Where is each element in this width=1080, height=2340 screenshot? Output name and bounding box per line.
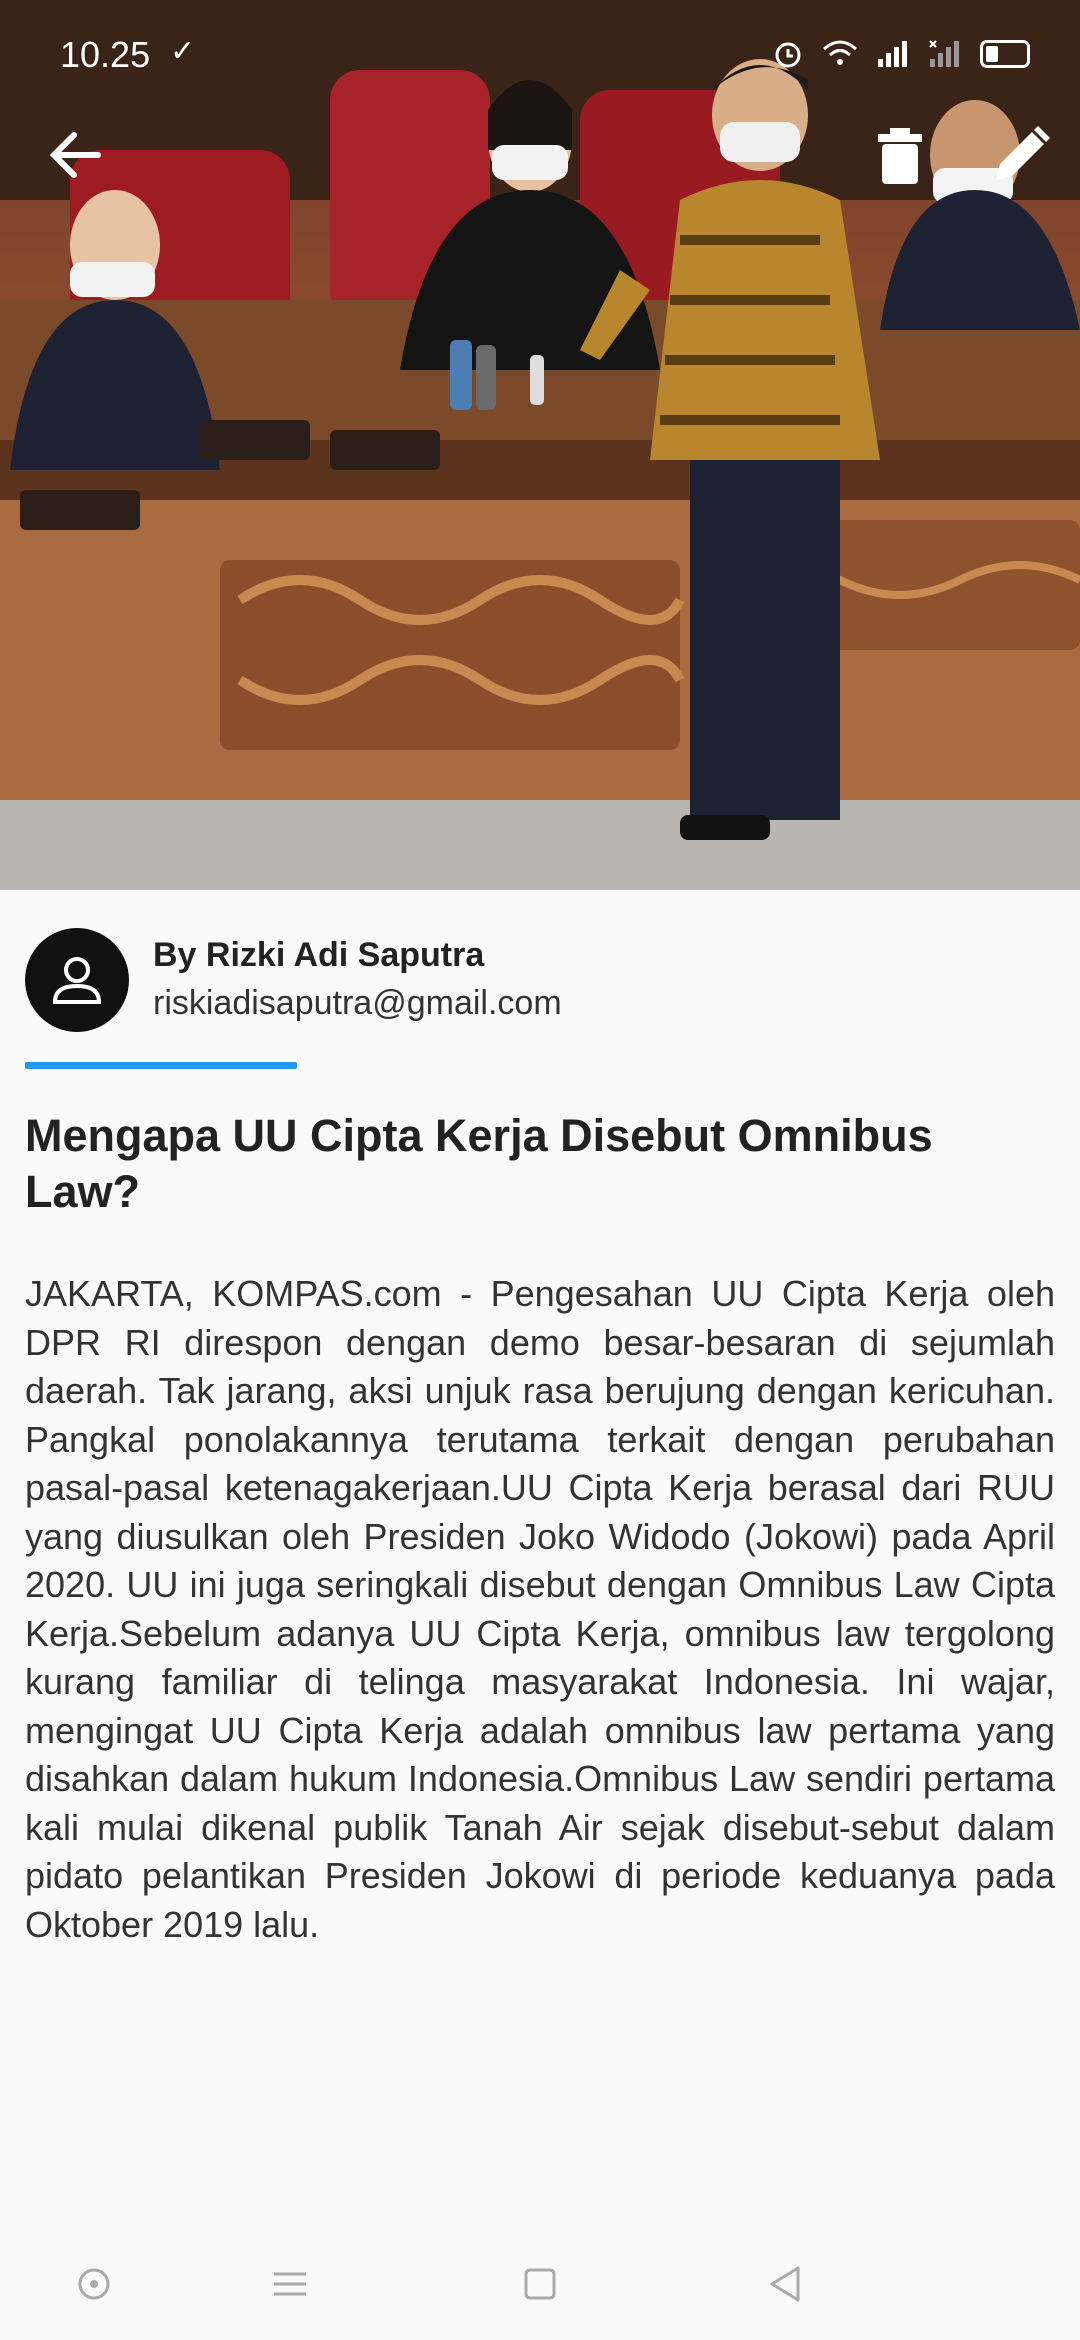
trash-icon xyxy=(878,128,922,184)
signal-icon xyxy=(878,41,907,67)
delete-button[interactable] xyxy=(872,120,928,190)
triangle-back-icon xyxy=(770,2266,800,2302)
signal-muted-icon xyxy=(929,40,959,67)
author-info: By Rizki Adi Saputra riskiadisaputra@gma… xyxy=(25,928,1055,1038)
alarm-icon xyxy=(775,42,801,68)
menu-icon xyxy=(274,2272,306,2296)
article-body: JAKARTA, KOMPAS.com - Pengesahan UU Cipt… xyxy=(25,1273,1055,1945)
back-button[interactable] xyxy=(40,120,110,190)
nav-back-button[interactable] xyxy=(758,2256,814,2312)
author-email: riskiadisaputra@gmail.com xyxy=(153,984,562,1022)
nav-assistant-button[interactable] xyxy=(66,2256,122,2312)
square-icon xyxy=(524,2268,556,2300)
status-time: 10.25 xyxy=(60,34,151,75)
nav-home-button[interactable] xyxy=(512,2256,568,2312)
article-title: Mengapa UU Cipta Kerja Disebut Omnibus L… xyxy=(25,1110,933,1217)
status-bar: 10.25 ✓ xyxy=(0,0,1080,110)
nav-menu-button[interactable] xyxy=(262,2256,318,2312)
arrow-back-icon xyxy=(49,132,101,178)
avatar xyxy=(25,928,129,1032)
circle-icon xyxy=(78,2268,110,2300)
accent-divider xyxy=(25,1062,297,1069)
edit-button[interactable] xyxy=(986,120,1056,190)
wifi-icon xyxy=(823,40,857,65)
check-icon: ✓ xyxy=(170,35,196,68)
status-icons xyxy=(772,38,1030,70)
pencil-icon xyxy=(996,126,1050,180)
person-icon xyxy=(52,957,102,1004)
author-name: By Rizki Adi Saputra xyxy=(153,936,485,974)
battery-icon xyxy=(980,40,1030,68)
system-nav-bar xyxy=(0,2228,1080,2340)
